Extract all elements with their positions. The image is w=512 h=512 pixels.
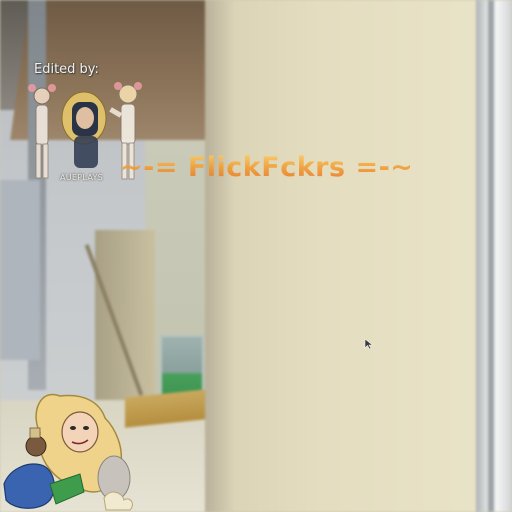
door-frame xyxy=(476,0,512,512)
main-wall-shadow xyxy=(205,0,235,512)
staircase-rail xyxy=(95,230,155,400)
main-wall xyxy=(205,0,495,512)
game-viewport[interactable] xyxy=(0,0,512,512)
left-door-panel xyxy=(0,180,40,360)
door-frame-edge xyxy=(488,0,494,512)
